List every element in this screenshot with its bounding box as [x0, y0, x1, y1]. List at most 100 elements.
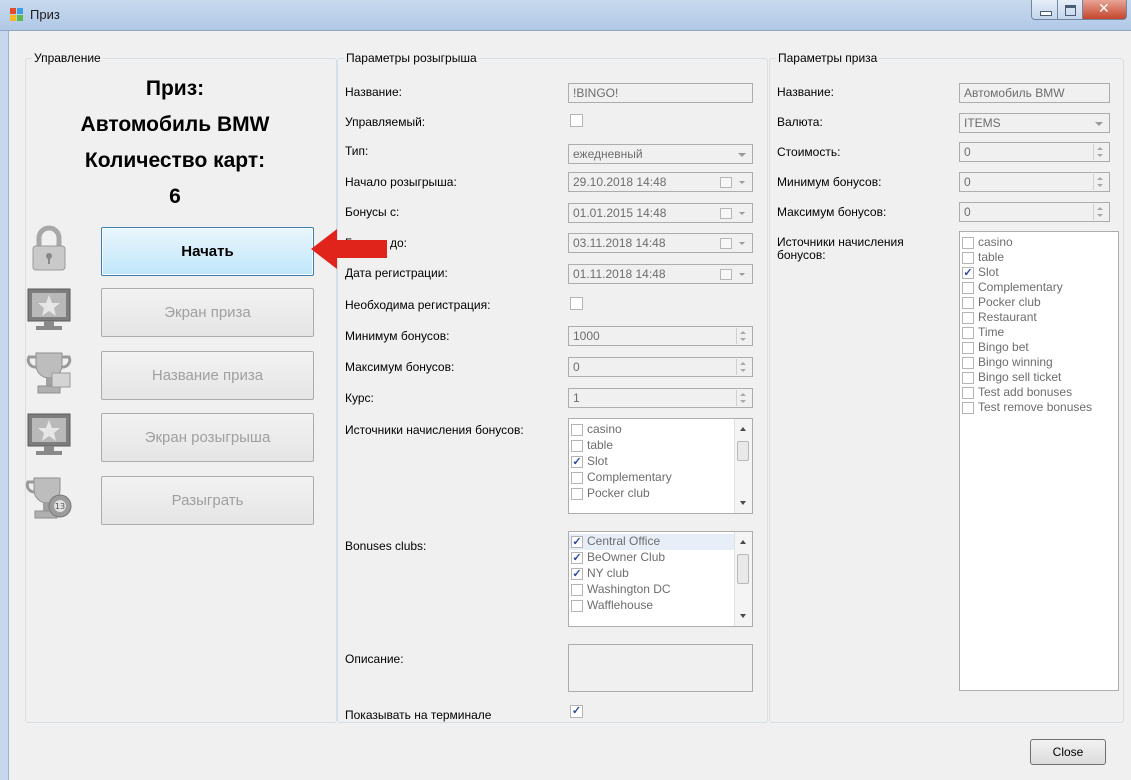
list-item[interactable]: Test add bonuses [960, 385, 1118, 400]
rate-stepper[interactable]: 1 [568, 388, 753, 408]
prize-min-bonus-value: 0 [964, 175, 971, 189]
scroll-thumb[interactable] [737, 441, 749, 461]
list-item[interactable]: Pocker club [569, 486, 752, 502]
cost-value: 0 [964, 145, 971, 159]
monitor-star-icon [24, 411, 74, 459]
currency-select[interactable]: ITEMS [959, 113, 1110, 133]
list-item-label: Bingo sell ticket [978, 370, 1062, 384]
list-item-checkbox[interactable] [962, 312, 974, 324]
list-item[interactable]: Bingo sell ticket [960, 370, 1118, 385]
list-item[interactable]: ✓ Slot [569, 454, 752, 470]
close-button[interactable]: Close [1030, 739, 1106, 765]
list-item[interactable]: Complementary [960, 280, 1118, 295]
draw-start-datepicker[interactable]: 29.10.2018 14:48 [568, 172, 753, 192]
start-button[interactable]: Начать [101, 227, 314, 276]
draw-min-bonus-stepper[interactable]: 1000 [568, 326, 753, 346]
prize-name-field[interactable]: Автомобиль BMW [959, 83, 1110, 103]
list-item[interactable]: ✓ Central Office [569, 534, 752, 550]
maximize-icon [1065, 5, 1076, 16]
scrollbar[interactable] [734, 532, 752, 626]
prize-sources-list[interactable]: casino table ✓ Slot Complementary Pocker … [959, 231, 1119, 691]
list-item[interactable]: casino [960, 235, 1118, 250]
list-item[interactable]: Washington DC [569, 582, 752, 598]
list-item[interactable]: Bingo winning [960, 355, 1118, 370]
list-item[interactable]: Restaurant [960, 310, 1118, 325]
draw-sources-list[interactable]: casino table ✓ Slot Complementary Pocker … [568, 418, 753, 514]
list-item-checkbox[interactable] [962, 372, 974, 384]
prize-screen-button[interactable]: Экран приза [101, 288, 314, 337]
show-terminal-checkbox[interactable]: ✓ [570, 705, 583, 718]
list-item-label: BeOwner Club [587, 550, 666, 564]
list-item-label: Complementary [978, 280, 1063, 294]
list-item[interactable]: ✓ Slot [960, 265, 1118, 280]
currency-label: Валюта: [777, 115, 823, 129]
prize-max-bonus-value: 0 [964, 205, 971, 219]
minimize-button[interactable] [1031, 0, 1058, 20]
list-item-checkbox[interactable]: ✓ [571, 552, 583, 564]
prize-name-label: Название: [777, 85, 834, 99]
list-item-checkbox[interactable] [962, 387, 974, 399]
cost-stepper[interactable]: 0 [959, 142, 1110, 162]
list-item-checkbox[interactable]: ✓ [962, 267, 974, 279]
list-item[interactable]: Wafflehouse [569, 598, 752, 614]
clubs-list[interactable]: ✓ Central Office ✓ BeOwner Club ✓ NY club W… [568, 531, 753, 627]
chevron-down-icon [739, 273, 745, 276]
scrollbar[interactable] [734, 419, 752, 513]
list-item-label: table [978, 250, 1005, 264]
chevron-down-icon [739, 181, 745, 184]
bonus-to-datepicker[interactable]: 03.11.2018 14:48 [568, 233, 753, 253]
close-window-button[interactable]: ✕ [1082, 0, 1127, 20]
reg-date-datepicker[interactable]: 01.11.2018 14:48 [568, 264, 753, 284]
list-item[interactable]: Time [960, 325, 1118, 340]
window-border [0, 31, 9, 780]
list-item-checkbox[interactable] [962, 357, 974, 369]
list-item-checkbox[interactable] [962, 297, 974, 309]
list-item-label: Pocker club [587, 486, 650, 500]
prize-title-button[interactable]: Название приза [101, 351, 314, 400]
reg-required-checkbox[interactable] [570, 297, 583, 310]
clubs-label: Bonuses clubs: [345, 539, 427, 553]
list-item-checkbox[interactable] [962, 237, 974, 249]
description-field[interactable] [568, 644, 753, 692]
type-select[interactable]: ежедневный [568, 144, 753, 164]
list-item-checkbox[interactable] [571, 440, 583, 452]
spin-arrows-icon [1093, 144, 1108, 160]
list-item-label: NY club [587, 566, 629, 580]
draw-max-bonus-stepper[interactable]: 0 [568, 357, 753, 377]
list-item-checkbox[interactable] [571, 488, 583, 500]
list-item[interactable]: table [569, 438, 752, 454]
prize-max-bonus-stepper[interactable]: 0 [959, 202, 1110, 222]
list-item-checkbox[interactable] [962, 402, 974, 414]
scroll-thumb[interactable] [737, 554, 749, 584]
list-item-checkbox[interactable] [962, 342, 974, 354]
list-item-checkbox[interactable] [571, 424, 583, 436]
managed-checkbox[interactable] [570, 114, 583, 127]
list-item[interactable]: Test remove bonuses [960, 400, 1118, 415]
draw-button[interactable]: Разыграть [101, 476, 314, 525]
spin-arrows-icon [736, 359, 751, 375]
list-item-label: Time [978, 325, 1005, 339]
list-item-checkbox[interactable] [571, 472, 583, 484]
list-item-checkbox[interactable]: ✓ [571, 456, 583, 468]
list-item-checkbox[interactable] [962, 327, 974, 339]
list-item-checkbox[interactable]: ✓ [571, 536, 583, 548]
prize-min-bonus-stepper[interactable]: 0 [959, 172, 1110, 192]
list-item-checkbox[interactable] [962, 252, 974, 264]
list-item[interactable]: Bingo bet [960, 340, 1118, 355]
list-item-checkbox[interactable]: ✓ [571, 568, 583, 580]
maximize-button[interactable] [1057, 0, 1083, 20]
list-item-checkbox[interactable] [571, 584, 583, 596]
list-item[interactable]: ✓ BeOwner Club [569, 550, 752, 566]
list-item[interactable]: casino [569, 422, 752, 438]
list-item-checkbox[interactable] [571, 600, 583, 612]
list-item-checkbox[interactable] [962, 282, 974, 294]
list-item[interactable]: Complementary [569, 470, 752, 486]
bonus-from-datepicker[interactable]: 01.01.2015 14:48 [568, 203, 753, 223]
list-item[interactable]: table [960, 250, 1118, 265]
list-item[interactable]: ✓ NY club [569, 566, 752, 582]
spin-arrows-icon [736, 328, 751, 344]
list-item[interactable]: Pocker club [960, 295, 1118, 310]
draw-screen-button[interactable]: Экран розыгрыша [101, 413, 314, 462]
scroll-up-icon [740, 540, 746, 544]
draw-name-field[interactable]: !BINGO! [568, 83, 753, 103]
